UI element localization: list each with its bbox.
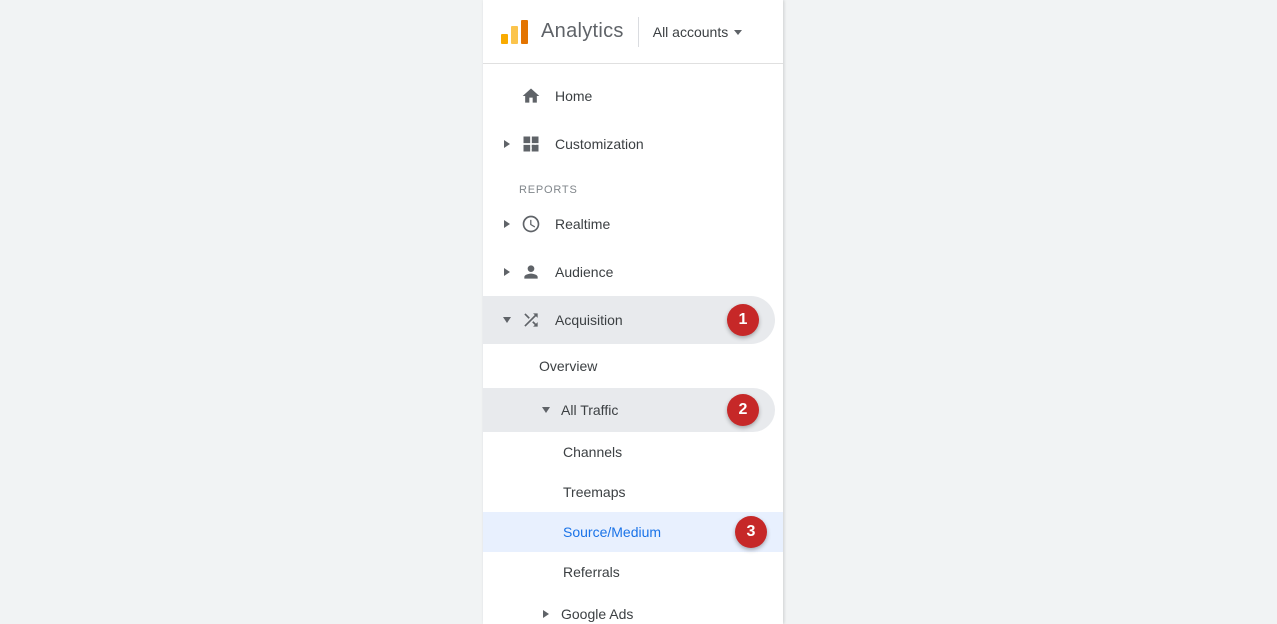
source-medium-label: Source/Medium xyxy=(563,524,661,540)
all-accounts-label: All accounts xyxy=(653,24,728,40)
all-traffic-label: All Traffic xyxy=(561,402,618,418)
header-divider xyxy=(638,17,639,47)
realtime-label: Realtime xyxy=(555,216,767,232)
channels-label: Channels xyxy=(563,444,622,460)
all-traffic-expand-arrow xyxy=(539,403,553,417)
sidebar-item-google-ads[interactable]: Google Ads xyxy=(483,592,783,624)
overview-label: Overview xyxy=(539,358,597,374)
sidebar-item-referrals[interactable]: Referrals xyxy=(483,552,783,592)
sidebar-item-customization[interactable]: Customization xyxy=(483,120,783,168)
sidebar-header: Analytics All accounts xyxy=(483,0,783,64)
sidebar-item-channels[interactable]: Channels xyxy=(483,432,783,472)
sidebar-item-treemaps[interactable]: Treemaps xyxy=(483,472,783,512)
nav-content: Home Customization xyxy=(483,64,783,624)
acquisition-expand-arrow xyxy=(499,312,515,328)
home-label: Home xyxy=(555,88,767,104)
source-medium-badge: 3 xyxy=(735,516,767,548)
google-ads-expand-arrow xyxy=(539,607,553,621)
sidebar-item-acquisition[interactable]: Acquisition 1 xyxy=(483,296,775,344)
reports-section-label: REPORTS xyxy=(483,168,783,200)
sidebar-item-all-traffic[interactable]: All Traffic 2 xyxy=(483,388,775,432)
customization-label: Customization xyxy=(555,136,767,152)
left-area xyxy=(0,0,483,624)
all-accounts-button[interactable]: All accounts xyxy=(653,24,742,40)
app-title: Analytics xyxy=(541,20,624,43)
sidebar-item-audience[interactable]: Audience xyxy=(483,248,783,296)
audience-label: Audience xyxy=(555,264,767,280)
audience-icon xyxy=(519,260,543,284)
referrals-label: Referrals xyxy=(563,564,620,580)
treemaps-label: Treemaps xyxy=(563,484,626,500)
home-icon xyxy=(519,84,543,108)
sidebar-panel: Analytics All accounts Home xyxy=(483,0,783,624)
realtime-expand-arrow xyxy=(499,216,515,232)
google-ads-label: Google Ads xyxy=(561,606,633,622)
realtime-icon xyxy=(519,212,543,236)
sidebar-item-overview[interactable]: Overview xyxy=(483,344,783,388)
acquisition-icon xyxy=(519,308,543,332)
page-wrapper: Analytics All accounts Home xyxy=(0,0,1277,624)
sidebar-item-realtime[interactable]: Realtime xyxy=(483,200,783,248)
analytics-logo-icon xyxy=(499,16,531,48)
sidebar-item-source-medium[interactable]: Source/Medium 3 xyxy=(483,512,783,552)
chevron-down-icon xyxy=(734,30,742,35)
sidebar-item-home[interactable]: Home xyxy=(483,72,783,120)
audience-expand-arrow xyxy=(499,264,515,280)
customization-expand-arrow xyxy=(499,136,515,152)
customization-icon xyxy=(519,132,543,156)
acquisition-badge: 1 xyxy=(727,304,759,336)
home-arrow-placeholder xyxy=(499,88,515,104)
acquisition-sub-items: Overview All Traffic 2 Channels Treemaps xyxy=(483,344,783,624)
all-traffic-badge: 2 xyxy=(727,394,759,426)
